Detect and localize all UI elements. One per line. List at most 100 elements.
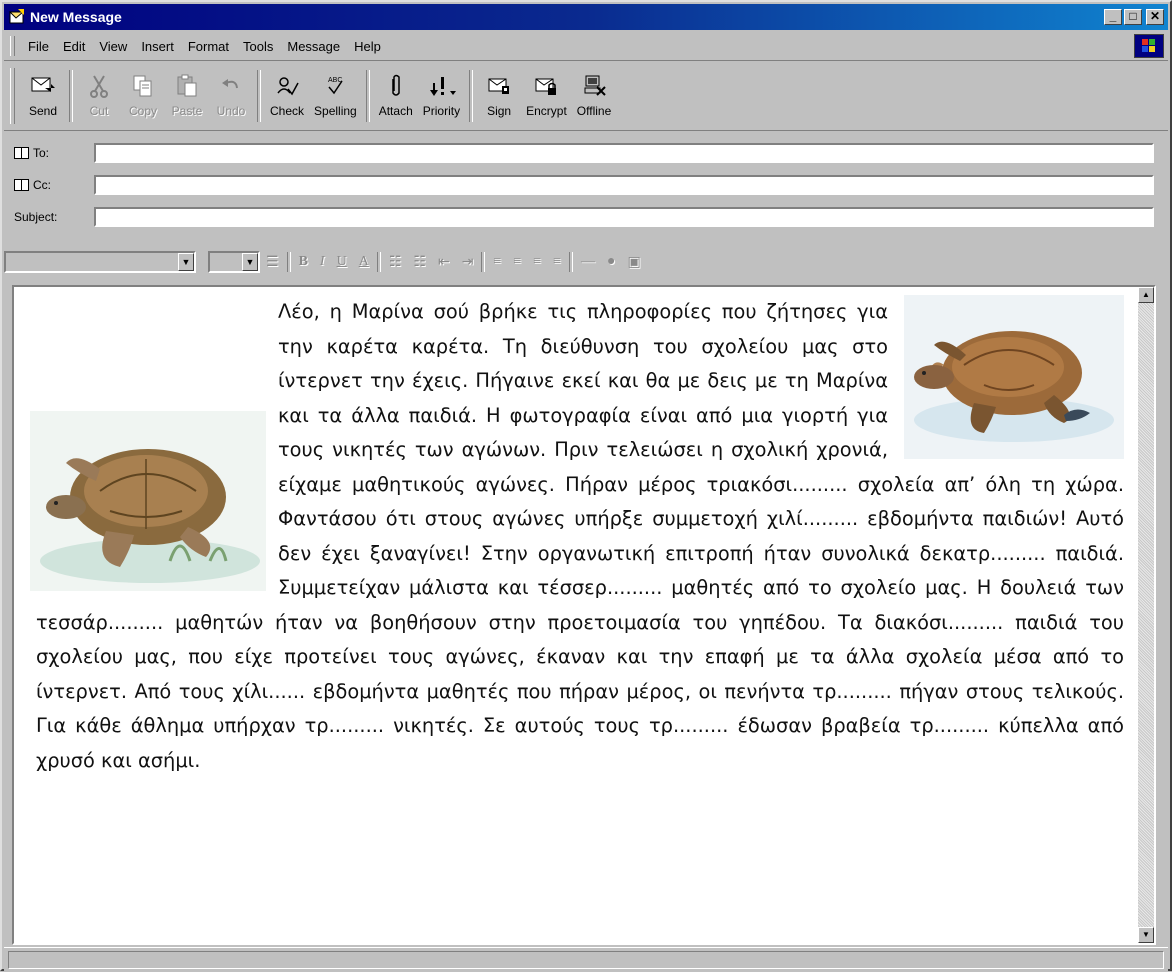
address-book-icon — [14, 147, 29, 159]
toolbar-separator — [365, 70, 370, 122]
undo-icon — [214, 70, 248, 102]
chevron-down-icon[interactable]: ▼ — [178, 253, 194, 271]
chevron-down-icon[interactable]: ▼ — [242, 253, 258, 271]
menu-tools[interactable]: Tools — [236, 39, 280, 54]
menu-edit[interactable]: Edit — [56, 39, 92, 54]
decrease-indent-icon[interactable]: ⇤ — [432, 254, 456, 271]
title-bar[interactable]: New Message _ □ ✕ — [4, 4, 1168, 30]
font-size-select[interactable]: ▼ — [208, 251, 260, 273]
paste-icon — [170, 70, 204, 102]
copy-button[interactable]: Copy — [121, 64, 165, 118]
turtle-image — [30, 411, 266, 591]
bullet-list-icon[interactable]: ☷ — [407, 254, 432, 271]
format-separator — [376, 252, 381, 272]
spelling-button[interactable]: ABC Spelling — [309, 64, 362, 118]
underline-button[interactable]: U — [331, 254, 353, 270]
check-names-icon — [270, 70, 304, 102]
offline-button[interactable]: Offline — [572, 64, 616, 118]
subject-field[interactable] — [94, 207, 1154, 227]
cc-field[interactable] — [94, 175, 1154, 195]
hyperlink-icon[interactable]: ● — [601, 254, 621, 270]
paperclip-icon — [379, 70, 413, 102]
copy-icon — [126, 70, 160, 102]
numbered-list-icon[interactable]: ☷ — [383, 254, 408, 271]
copy-label: Copy — [128, 104, 157, 118]
paragraph-style-icon[interactable]: ☰ — [260, 254, 285, 271]
priority-label: Priority — [422, 104, 461, 118]
new-message-icon — [8, 9, 26, 25]
menu-file[interactable]: File — [21, 39, 56, 54]
menu-help[interactable]: Help — [347, 39, 388, 54]
maximize-button[interactable]: □ — [1124, 9, 1142, 25]
menu-insert[interactable]: Insert — [134, 39, 181, 54]
undo-button[interactable]: Undo — [209, 64, 253, 118]
insert-picture-icon[interactable]: ▣ — [622, 254, 647, 271]
cut-button[interactable]: Cut — [77, 64, 121, 118]
encrypt-icon — [529, 70, 563, 102]
spelling-icon: ABC — [318, 70, 352, 102]
scroll-down-button[interactable]: ▼ — [1138, 927, 1154, 943]
cut-icon — [82, 70, 116, 102]
close-button[interactable]: ✕ — [1146, 9, 1164, 25]
paste-label: Paste — [171, 104, 203, 118]
subject-row: Subject: — [14, 206, 1154, 228]
menu-view[interactable]: View — [92, 39, 134, 54]
align-left-icon[interactable]: ≡ — [487, 254, 507, 270]
increase-indent-icon[interactable]: ⇥ — [456, 254, 480, 271]
priority-icon — [424, 70, 458, 102]
message-body[interactable]: Λέο, η Μαρίνα σού βρήκε τις πληροφορίες … — [12, 285, 1156, 945]
send-button[interactable]: Send — [21, 64, 65, 118]
format-separator — [569, 252, 574, 272]
menu-message[interactable]: Message — [280, 39, 347, 54]
to-row: To: — [14, 142, 1154, 164]
align-right-icon[interactable]: ≡ — [527, 254, 547, 270]
sign-label: Sign — [487, 104, 512, 118]
justify-icon[interactable]: ≡ — [547, 254, 567, 270]
send-label: Send — [28, 104, 58, 118]
spelling-label: Spelling — [314, 104, 357, 118]
cut-label: Cut — [89, 104, 109, 118]
menu-bar: File Edit View Insert Format Tools Messa… — [4, 32, 1168, 61]
font-color-button[interactable]: A — [353, 254, 375, 270]
align-center-icon[interactable]: ≡ — [507, 254, 527, 270]
vertical-scrollbar[interactable]: ▲ ▼ — [1138, 287, 1154, 943]
italic-button[interactable]: I — [314, 254, 331, 270]
windows-logo-icon — [1134, 34, 1164, 58]
toolbar-separator — [469, 70, 474, 122]
scroll-up-button[interactable]: ▲ — [1138, 287, 1154, 303]
send-icon — [26, 70, 60, 102]
encrypt-button[interactable]: Encrypt — [521, 64, 572, 118]
encrypt-label: Encrypt — [526, 104, 567, 118]
message-window: New Message _ □ ✕ File Edit View Insert … — [0, 0, 1172, 972]
cc-label-text: Cc: — [33, 178, 51, 192]
paste-button[interactable]: Paste — [165, 64, 209, 118]
horizontal-line-icon[interactable]: — — [575, 254, 601, 270]
attach-button[interactable]: Attach — [374, 64, 418, 118]
window-title: New Message — [30, 9, 122, 25]
cc-label[interactable]: Cc: — [14, 178, 94, 192]
font-name-select[interactable]: ▼ — [4, 251, 196, 273]
to-label-text: To: — [33, 146, 50, 160]
status-bar — [4, 947, 1168, 972]
offline-label: Offline — [576, 104, 612, 118]
sign-button[interactable]: Sign — [477, 64, 521, 118]
turtle-image — [904, 295, 1124, 459]
message-text-area[interactable]: Λέο, η Μαρίνα σού βρήκε τις πληροφορίες … — [14, 287, 1138, 943]
to-field[interactable] — [94, 143, 1154, 163]
format-separator — [481, 252, 486, 272]
status-panel — [8, 951, 1164, 969]
menu-grip[interactable] — [10, 36, 15, 56]
format-separator — [286, 252, 291, 272]
check-label: Check — [270, 104, 305, 118]
formatting-bar: ▼ ▼ ☰ B I U A ☷ ☷ ⇤ ⇥ ≡ ≡ ≡ ≡ — ● ▣ — [4, 245, 1168, 279]
bold-button[interactable]: B — [293, 254, 314, 270]
menu-format[interactable]: Format — [181, 39, 236, 54]
minimize-button[interactable]: _ — [1104, 9, 1122, 25]
address-book-icon — [14, 179, 29, 191]
to-label[interactable]: To: — [14, 146, 94, 160]
toolbar-grip[interactable] — [10, 68, 15, 124]
priority-button[interactable]: Priority — [418, 64, 465, 118]
check-names-button[interactable]: Check — [265, 64, 309, 118]
offline-icon — [577, 70, 611, 102]
sign-icon — [482, 70, 516, 102]
